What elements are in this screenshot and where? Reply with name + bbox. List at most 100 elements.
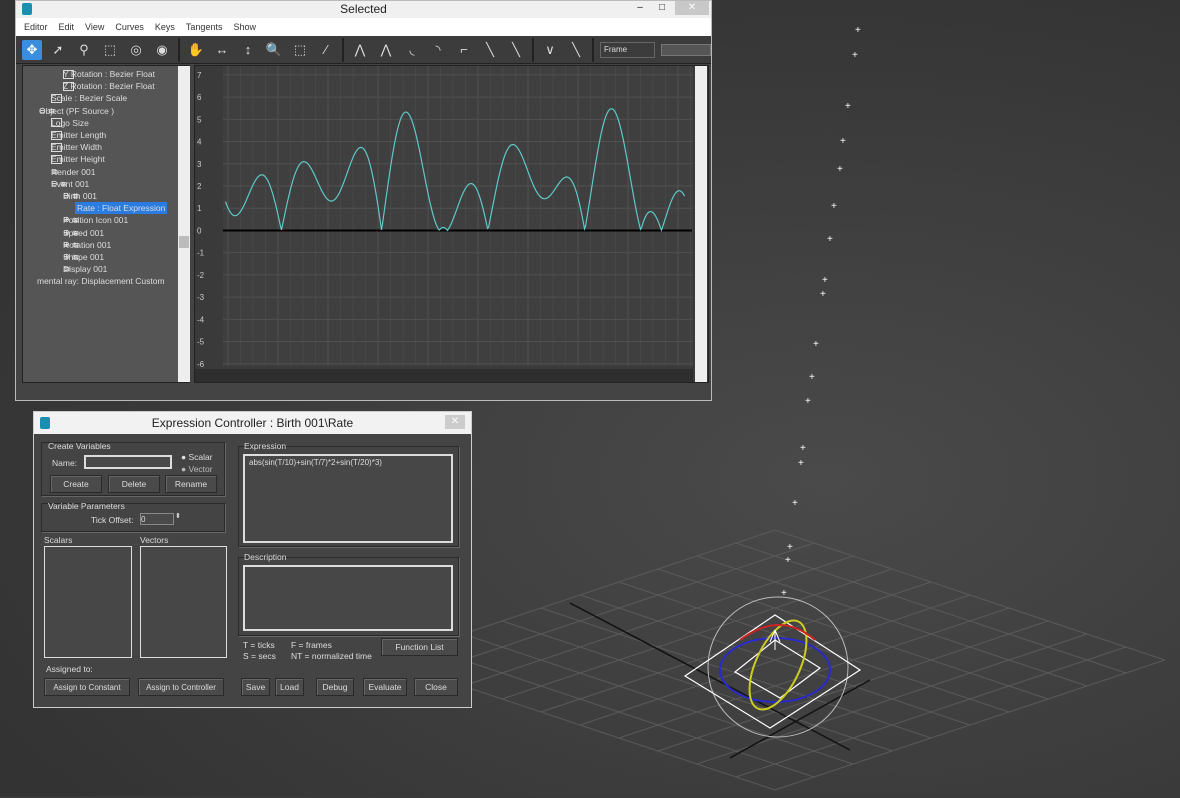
tree-item[interactable]: ≋ Render 001	[51, 166, 95, 178]
assign-to-constant-button[interactable]: Assign to Constant	[44, 678, 130, 696]
particle-marker: +	[820, 289, 826, 300]
tangent-fast-icon[interactable]: ◟	[402, 40, 422, 60]
tree-scrollbar[interactable]	[178, 66, 190, 382]
retime-icon[interactable]: ◎	[126, 40, 146, 60]
tree-item[interactable]: Y Rotation : Bezier Float	[63, 68, 155, 80]
y-tick-label: -1	[197, 249, 205, 258]
tree-item[interactable]: Z Rotation : Bezier Float	[63, 80, 155, 92]
region-select-icon[interactable]: ⬚	[100, 40, 120, 60]
tangent-smooth-icon[interactable]: ╲	[506, 40, 526, 60]
move-keys-icon[interactable]: ✥	[22, 39, 42, 60]
menu-view[interactable]: View	[85, 18, 104, 36]
vector-radio[interactable]: ● Vector	[181, 464, 213, 474]
tree-item[interactable]: Scale : Bezier Scale	[51, 92, 127, 104]
tree-item[interactable]: ⊕ ≋ Rotation 001	[63, 239, 111, 251]
zoom-icon[interactable]: 🔍	[264, 40, 284, 60]
tree-item-label: Emitter Height	[51, 154, 105, 165]
y-tick-label: 0	[197, 226, 202, 235]
description-textarea[interactable]	[243, 565, 453, 631]
load-button[interactable]: Load	[275, 678, 304, 696]
separator	[592, 37, 594, 62]
tree-item[interactable]: Emitter Height	[51, 153, 105, 165]
retime-all-icon[interactable]: ◉	[152, 40, 172, 60]
rename-button[interactable]: Rename	[165, 475, 217, 493]
close-dialog-button[interactable]: Close	[414, 678, 458, 696]
tree-item-label: Display 001	[63, 264, 108, 275]
save-button[interactable]: Save	[241, 678, 270, 696]
menu-curves[interactable]: Curves	[115, 18, 144, 36]
tangent-auto-icon[interactable]: ⋀	[350, 40, 370, 60]
tick-offset-input[interactable]	[140, 513, 174, 525]
emitter-gizmo	[683, 596, 862, 738]
isolate-curve-icon[interactable]: ⁄	[316, 40, 336, 60]
menu-show[interactable]: Show	[233, 18, 256, 36]
debug-button[interactable]: Debug	[316, 678, 354, 696]
tree-item[interactable]: ⊖ ≋ Object (PF Source )	[39, 105, 114, 117]
scalar-radio[interactable]: ● Scalar	[181, 452, 213, 462]
pan-hand-icon[interactable]: ✋	[186, 40, 206, 60]
y-tick-label: 2	[197, 182, 202, 191]
tree-item[interactable]: Logo Size	[51, 117, 89, 129]
tree-item[interactable]: ⊕ ≋ Shape 001	[63, 251, 104, 263]
legend-ticks: T = ticks	[243, 640, 275, 650]
draw-curves-icon[interactable]: ➚	[48, 40, 68, 60]
frame-horizontal-icon[interactable]: ↔	[212, 40, 232, 60]
menu-editor[interactable]: Editor	[24, 18, 48, 36]
graph-scrollbar[interactable]	[695, 66, 707, 382]
close-button[interactable]: ✕	[675, 1, 709, 15]
vector-label: Vector	[188, 464, 213, 474]
tree-item-label: Shape 001	[63, 252, 105, 262]
y-tick-label: -4	[197, 315, 205, 324]
tree-item[interactable]: Rate : Float Expression	[75, 202, 168, 215]
evaluate-button[interactable]: Evaluate	[363, 678, 407, 696]
frame-value-icon[interactable]: ↕	[238, 40, 258, 60]
create-button[interactable]: Create	[50, 475, 102, 493]
minimize-button[interactable]: –	[629, 1, 651, 15]
y-tick-label: -6	[197, 360, 205, 369]
y-tick-label: -5	[197, 338, 205, 347]
frame-field[interactable]	[661, 43, 711, 56]
scalars-list[interactable]	[44, 546, 132, 658]
particle-marker: +	[855, 25, 861, 36]
particle-marker: +	[813, 339, 819, 350]
name-input[interactable]	[84, 455, 172, 469]
tree-item[interactable]: ⊕ ≋ Speed 001	[63, 227, 104, 239]
description-label: Description	[244, 552, 287, 562]
legend-normalized-time: NT = normalized time	[291, 651, 372, 661]
y-tick-label: -2	[197, 271, 205, 280]
maximize-button[interactable]: □	[651, 1, 673, 15]
tree-item[interactable]: ⊖ ≋ Birth 001	[63, 190, 97, 202]
menu-tangents[interactable]: Tangents	[186, 18, 223, 36]
function-list-button[interactable]: Function List	[381, 638, 458, 656]
tree-item[interactable]: Emitter Width	[51, 141, 102, 153]
tree-item[interactable]: ≋ Display 001	[63, 263, 107, 275]
tree-item[interactable]: Emitter Length	[51, 129, 106, 141]
particle-marker: +	[800, 443, 806, 454]
expression-textarea[interactable]: abs(sin(T/10)+sin(T/7)*2+sin(T/20)*3)	[243, 454, 453, 543]
particle-marker: +	[809, 372, 815, 383]
tangent-linear-icon[interactable]: ╲	[480, 40, 500, 60]
dialog-title-bar: Expression Controller : Birth 001\Rate ✕	[34, 412, 471, 434]
tangent-slow-icon[interactable]: ◝	[428, 40, 448, 60]
lock-tangents-icon[interactable]: ╲	[566, 40, 586, 60]
dialog-close-button[interactable]: ✕	[445, 415, 465, 429]
tangent-spline-icon[interactable]: ⋀	[376, 40, 396, 60]
tangent-step-icon[interactable]: ⌐	[454, 40, 474, 60]
tick-offset-spinner[interactable]: ⬍	[175, 512, 181, 520]
tree-item[interactable]: ⊖ ≋ Event 001	[51, 178, 89, 190]
vectors-list[interactable]	[140, 546, 227, 658]
legend-frames: F = frames	[291, 640, 332, 650]
zoom-region-icon[interactable]: ⬚	[290, 40, 310, 60]
particle-marker: +	[805, 396, 811, 407]
show-tangents-icon[interactable]: ∨	[540, 40, 560, 60]
assign-to-controller-button[interactable]: Assign to Controller	[138, 678, 224, 696]
menu-keys[interactable]: Keys	[155, 18, 175, 36]
tree-item[interactable]: ⊕ ≋ Position Icon 001	[63, 214, 128, 226]
curve-graph[interactable]: 2040608010012014016018020076543210-1-2-3…	[194, 65, 709, 383]
tree-item-label: Rate : Float Expression	[75, 202, 168, 215]
app-logo-icon	[22, 3, 32, 15]
particle-marker: +	[837, 164, 843, 175]
delete-button[interactable]: Delete	[108, 475, 160, 493]
add-keys-icon[interactable]: ⚲	[74, 40, 94, 60]
menu-edit[interactable]: Edit	[59, 18, 75, 36]
